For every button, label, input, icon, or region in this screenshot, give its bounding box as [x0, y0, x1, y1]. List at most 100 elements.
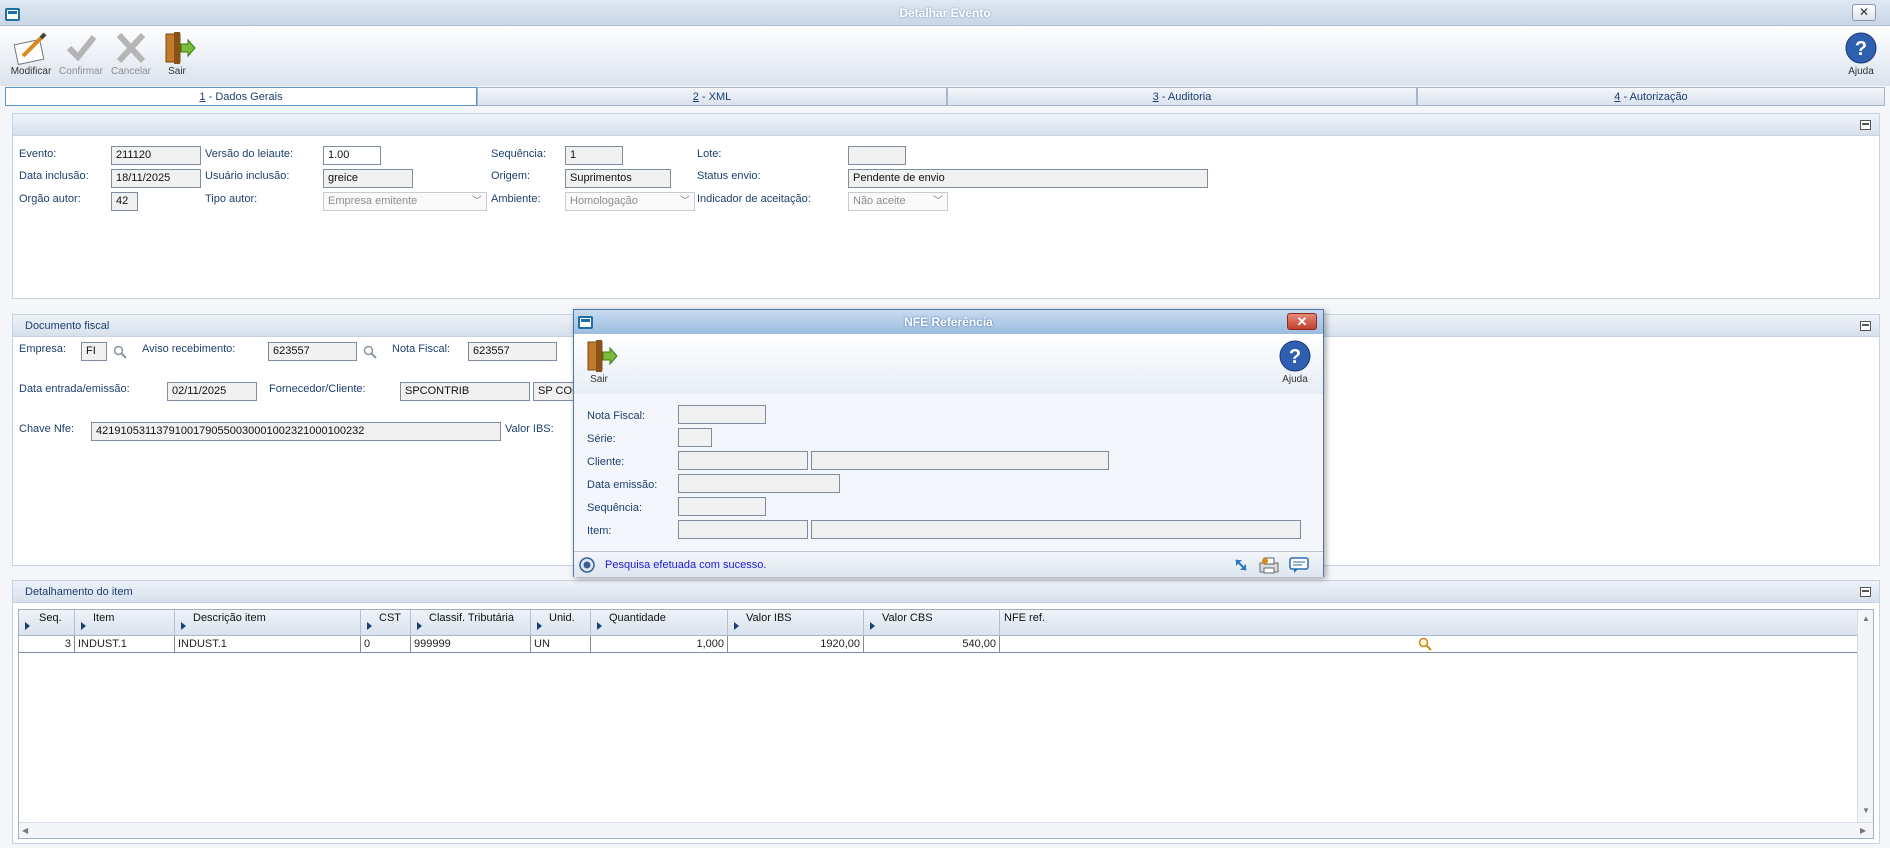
dialog-sair-button[interactable]: Sair: [574, 336, 624, 392]
nota-fiscal-field[interactable]: 623557: [468, 342, 557, 361]
column-header-nfe-ref[interactable]: NFE ref.: [1000, 610, 1856, 636]
tab-autorizacao[interactable]: 4 - Autorização: [1417, 87, 1885, 106]
tab-xml[interactable]: 2 - XML: [477, 87, 947, 106]
data-inclusao-label: Data inclusão:: [19, 170, 89, 182]
dialog-item-name-field[interactable]: [811, 520, 1301, 539]
ajuda-button[interactable]: ? Ajuda: [1836, 28, 1886, 84]
dialog-sequencia-field[interactable]: [678, 497, 766, 516]
tab-autorizacao-label: - Autorização: [1620, 91, 1688, 103]
column-header-quantidade[interactable]: Quantidade: [591, 610, 728, 636]
empresa-field[interactable]: FI: [81, 342, 107, 361]
dialog-ajuda-button[interactable]: ? Ajuda: [1270, 336, 1320, 392]
item-grid: Seq. Item Descrição item CST Classif. Tr…: [18, 609, 1874, 839]
versao-field[interactable]: 1.00: [323, 146, 381, 165]
message-icon[interactable]: [1288, 556, 1310, 577]
sort-arrow-icon: [537, 622, 542, 630]
search-icon[interactable]: [113, 345, 127, 359]
tipo-autor-value: Empresa emitente: [328, 195, 418, 207]
dialog-nota-field[interactable]: [678, 405, 766, 424]
close-window-button[interactable]: ✕: [1852, 4, 1876, 21]
data-inclusao-field[interactable]: 18/11/2025: [111, 169, 201, 188]
exit-door-icon: [157, 30, 197, 66]
dialog-toolbar: Sair ? Ajuda: [574, 334, 1323, 394]
cancelar-button[interactable]: Cancelar: [106, 28, 156, 84]
cancel-x-icon: [111, 30, 151, 66]
aviso-field[interactable]: 623557: [268, 342, 357, 361]
dialog-title: NFE Referência: [904, 315, 993, 329]
scroll-right-icon[interactable]: ▶: [1860, 826, 1866, 835]
orgao-field[interactable]: 42: [111, 192, 138, 211]
fornecedor-name-field[interactable]: SP CON: [533, 382, 575, 401]
exit-door-icon: [579, 338, 619, 374]
detalhamento-title: Detalhamento do item: [25, 586, 133, 598]
column-header-label: CST: [379, 612, 401, 624]
expand-icon[interactable]: [1232, 556, 1250, 577]
tab-dados-gerais[interactable]: 1 - Dados Gerais: [5, 87, 477, 106]
dialog-close-button[interactable]: ✕: [1287, 313, 1317, 330]
column-header-classif[interactable]: Classif. Tributária: [411, 610, 531, 636]
sequencia-label: Sequência:: [491, 148, 547, 160]
indicador-select[interactable]: Não aceite ﹀: [848, 192, 948, 211]
chevron-down-icon: ﹀: [680, 196, 690, 207]
scroll-left-icon[interactable]: ◀: [22, 826, 28, 835]
dialog-data-field[interactable]: [678, 474, 840, 493]
valor-ibs-label: Valor IBS:: [505, 423, 554, 435]
minimize-panel-icon[interactable]: [1860, 120, 1871, 130]
dialog-cliente-code-field[interactable]: [678, 451, 808, 470]
modificar-button[interactable]: Modificar: [6, 28, 56, 84]
column-header-unid[interactable]: Unid.: [531, 610, 591, 636]
vertical-scrollbar[interactable]: ▲ ▼: [1857, 610, 1873, 822]
origem-field[interactable]: Suprimentos: [565, 169, 671, 188]
dialog-cliente-name-field[interactable]: [811, 451, 1109, 470]
column-header-cst[interactable]: CST: [361, 610, 411, 636]
indicador-label: Indicador de aceitação:: [697, 193, 811, 205]
dialog-sair-label: Sair: [590, 374, 608, 385]
tab-auditoria[interactable]: 3 - Auditoria: [947, 87, 1417, 106]
sair-button[interactable]: Sair: [152, 28, 202, 84]
evento-field[interactable]: 211120: [111, 146, 201, 165]
sort-arrow-icon: [734, 622, 739, 630]
tipo-autor-select[interactable]: Empresa emitente ﹀: [323, 192, 487, 211]
ambiente-select[interactable]: Homologação ﹀: [565, 192, 695, 211]
status-globe-icon: [579, 557, 595, 576]
dialog-serie-label: Série:: [587, 433, 616, 445]
grid-header: Seq. Item Descrição item CST Classif. Tr…: [19, 610, 1857, 636]
column-header-item[interactable]: Item: [75, 610, 175, 636]
minimize-panel-icon[interactable]: [1860, 587, 1871, 597]
horizontal-scrollbar[interactable]: ◀ ▶: [19, 822, 1873, 838]
table-row[interactable]: 3 INDUST.1 INDUST.1 0 999999 UN 1,000 19…: [19, 636, 1857, 653]
cell-seq: 3: [19, 636, 75, 653]
chave-nfe-field[interactable]: 4219105311379100179055003000100232100010…: [91, 422, 501, 441]
edit-icon: [11, 30, 51, 66]
column-header-valor-ibs[interactable]: Valor IBS: [728, 610, 864, 636]
column-header-descricao[interactable]: Descrição item: [175, 610, 361, 636]
sort-arrow-icon: [367, 622, 372, 630]
column-header-seq[interactable]: Seq.: [19, 610, 75, 636]
sequencia-field[interactable]: 1: [565, 146, 623, 165]
scroll-up-icon[interactable]: ▲: [1862, 614, 1870, 623]
status-field[interactable]: Pendente de envio: [848, 169, 1208, 188]
search-icon[interactable]: [1418, 637, 1432, 656]
lote-field[interactable]: [848, 146, 906, 165]
status-label: Status envio:: [697, 170, 761, 182]
dialog-item-code-field[interactable]: [678, 520, 808, 539]
general-info-header: [13, 114, 1879, 136]
cell-nfe-ref[interactable]: [1000, 636, 1857, 653]
cell-quantidade: 1,000: [591, 636, 728, 653]
print-icon[interactable]: [1258, 555, 1280, 578]
checkmark-icon: [61, 30, 101, 66]
minimize-panel-icon[interactable]: [1860, 321, 1871, 331]
dialog-sequencia-label: Sequência:: [587, 502, 643, 514]
data-entrada-field[interactable]: 02/11/2025: [167, 382, 257, 401]
window-title: Detalhar Evento: [899, 6, 991, 20]
fornecedor-code-field[interactable]: SPCONTRIB: [400, 382, 530, 401]
confirmar-button[interactable]: Confirmar: [56, 28, 106, 84]
sort-arrow-icon: [870, 622, 875, 630]
cell-descricao: INDUST.1: [175, 636, 361, 653]
scroll-down-icon[interactable]: ▼: [1862, 806, 1870, 815]
dialog-serie-field[interactable]: [678, 428, 712, 447]
column-header-valor-cbs[interactable]: Valor CBS: [864, 610, 1000, 636]
sort-arrow-icon: [417, 622, 422, 630]
usuario-field[interactable]: greice: [323, 169, 413, 188]
search-icon[interactable]: [363, 345, 377, 359]
